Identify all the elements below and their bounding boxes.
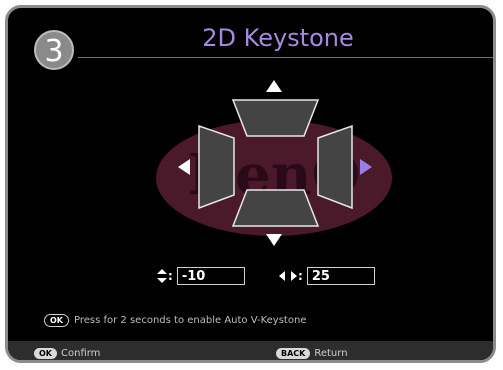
confirm-action[interactable]: OK Confirm	[34, 348, 100, 359]
hint-text: Press for 2 seconds to enable Auto V-Key…	[74, 315, 307, 326]
arrow-down-icon[interactable]	[266, 234, 282, 246]
keystone-right-panel[interactable]	[317, 124, 353, 210]
osd-window: 3 2D Keystone BenQ : -10: 25 OK Press f…	[5, 5, 496, 363]
back-key-icon: BACK	[276, 348, 311, 359]
auto-keystone-hint: OK Press for 2 seconds to enable Auto V-…	[44, 314, 306, 327]
vertical-value-group: : -10	[156, 266, 245, 286]
horizontal-value-group: : 25	[278, 266, 375, 286]
return-label: Return	[314, 348, 348, 359]
horizontal-keystone-value[interactable]: 25	[306, 267, 375, 285]
keystone-bottom-panel[interactable]	[231, 189, 320, 227]
ok-key-icon: OK	[34, 348, 57, 359]
keystone-diagram: BenQ	[156, 80, 392, 246]
footer-bar: OK Confirm BACK Return	[8, 341, 493, 360]
arrow-up-icon[interactable]	[266, 80, 282, 92]
horizontal-colon: :	[298, 269, 303, 283]
updown-arrows-icon	[157, 269, 167, 283]
return-action[interactable]: BACK Return	[276, 348, 348, 359]
keystone-top-panel[interactable]	[231, 99, 320, 137]
keystone-left-panel[interactable]	[198, 124, 235, 210]
vertical-keystone-value[interactable]: -10	[176, 267, 245, 285]
leftright-arrows-icon	[279, 271, 297, 281]
confirm-label: Confirm	[61, 348, 101, 359]
ok-key-icon: OK	[44, 314, 69, 327]
vertical-colon: :	[168, 269, 173, 283]
